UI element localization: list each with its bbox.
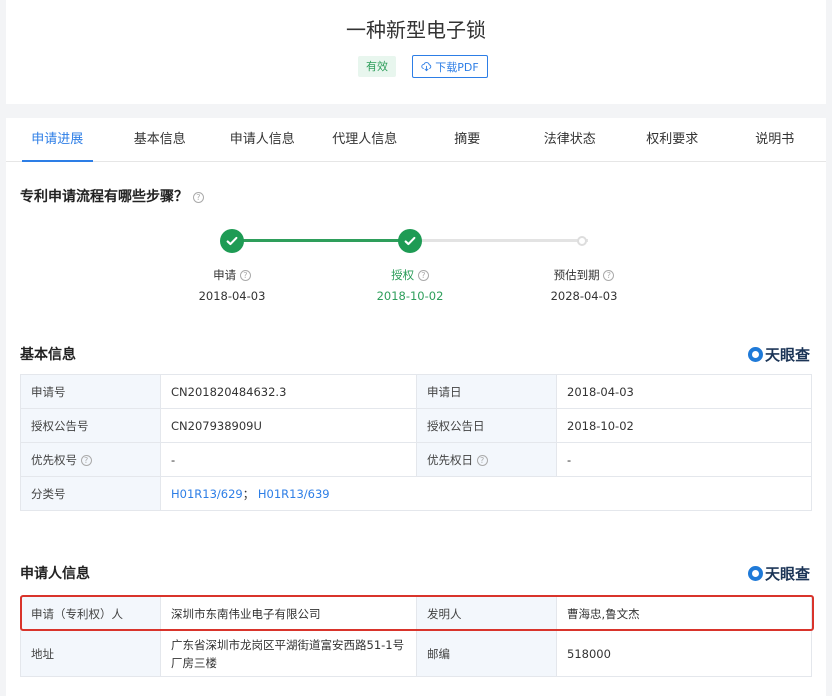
cell-label: 优先权日 ? — [416, 442, 557, 477]
cell-value: 518000 — [556, 630, 812, 677]
cell-label: 申请日 — [416, 374, 557, 409]
step-date-grant: 2018-10-02 — [376, 289, 444, 303]
step-grant-check-icon — [398, 229, 422, 253]
cell-label: 授权公告日 — [416, 408, 557, 443]
step-label-apply: 申请 ? — [172, 267, 292, 283]
status-badge: 有效 — [358, 56, 396, 77]
tab-applicant-info[interactable]: 申请人信息 — [211, 118, 314, 161]
help-icon[interactable]: ? — [239, 270, 251, 281]
page-title: 一种新型电子锁 — [346, 18, 486, 42]
step-date-expiry: 2028-04-03 — [550, 289, 618, 303]
cell-label: 邮编 — [416, 630, 557, 677]
table-row: 优先权号 ? - 优先权日 ? - — [20, 442, 812, 477]
table-row: 授权公告号 CN207938909U 授权公告日 2018-10-02 — [20, 408, 812, 443]
cell-value: 广东省深圳市龙岗区平湖街道富安西路51-1号厂房三楼 — [160, 630, 417, 677]
tab-bar: 申请进展 基本信息 申请人信息 代理人信息 摘要 法律状态 权利要求 说明书 — [6, 118, 826, 162]
cell-label: 地址 — [20, 630, 161, 677]
cell-value: CN207938909U — [160, 408, 417, 443]
progress-section-title: 专利申请流程有哪些步骤？ ? — [20, 186, 204, 206]
basic-info-table: 申请号 CN201820484632.3 申请日 2018-04-03 授权公告… — [20, 374, 812, 511]
cell-value: - — [556, 442, 812, 477]
table-row: 申请号 CN201820484632.3 申请日 2018-04-03 — [20, 374, 812, 409]
tab-legal-status[interactable]: 法律状态 — [519, 118, 622, 161]
tab-agent-info[interactable]: 代理人信息 — [314, 118, 417, 161]
cell-value: CN201820484632.3 — [160, 374, 417, 409]
table-row: 分类号 H01R13/629； H01R13/639 — [20, 476, 812, 511]
download-pdf-button[interactable]: 下载PDF — [412, 55, 488, 78]
patent-header: 一种新型电子锁 有效 下载PDF — [6, 0, 826, 104]
tab-claims[interactable]: 权利要求 — [621, 118, 724, 161]
applicant-info-table: 申请（专利权）人 深圳市东南伟业电子有限公司 发明人 曹海忠,鲁文杰 地址 广东… — [20, 596, 812, 677]
applicant-link[interactable]: 深圳市东南伟业电子有限公司 — [160, 596, 417, 631]
cell-value: 2018-10-02 — [556, 408, 812, 443]
cell-label: 授权公告号 — [20, 408, 161, 443]
step-label-grant: 授权 ? — [350, 267, 470, 283]
cell-value: 曹海忠,鲁文杰 — [556, 596, 812, 631]
tab-description[interactable]: 说明书 — [724, 118, 827, 161]
cell-label: 申请号 — [20, 374, 161, 409]
progress-line-pending — [416, 239, 588, 242]
tab-basic-info[interactable]: 基本信息 — [109, 118, 212, 161]
classification-link[interactable]: H01R13/639 — [258, 487, 330, 501]
download-pdf-label: 下载PDF — [435, 60, 479, 74]
tianyancha-logo-icon — [747, 566, 763, 581]
brand-logo[interactable]: 天眼查 — [747, 563, 810, 584]
classification-values: H01R13/629； H01R13/639 — [160, 476, 812, 511]
help-icon[interactable]: ? — [80, 454, 92, 466]
help-icon[interactable]: ? — [417, 270, 429, 281]
tianyancha-logo-icon — [747, 347, 763, 362]
cell-label: 发明人 — [416, 596, 557, 631]
help-icon[interactable]: ? — [476, 454, 488, 466]
tab-abstract[interactable]: 摘要 — [416, 118, 519, 161]
tab-progress[interactable]: 申请进展 — [6, 118, 109, 162]
help-icon[interactable]: ? — [603, 270, 615, 281]
basic-info-title: 基本信息 — [20, 347, 76, 363]
step-expiry-pending-icon — [577, 236, 587, 246]
cell-label: 申请（专利权）人 — [20, 596, 161, 631]
step-label-expiry: 预估到期 ? — [524, 267, 644, 283]
help-icon[interactable]: ? — [192, 191, 204, 203]
patent-detail-card: 申请进展 基本信息 申请人信息 代理人信息 摘要 法律状态 权利要求 说明书 专… — [6, 118, 826, 696]
cloud-download-icon — [421, 62, 432, 72]
table-row: 地址 广东省深圳市龙岗区平湖街道富安西路51-1号厂房三楼 邮编 518000 — [20, 630, 812, 677]
cell-label: 优先权号 ? — [20, 442, 161, 477]
classification-link[interactable]: H01R13/629 — [171, 487, 243, 501]
cell-value: - — [160, 442, 417, 477]
table-row: 申请（专利权）人 深圳市东南伟业电子有限公司 发明人 曹海忠,鲁文杰 — [20, 596, 812, 631]
brand-logo[interactable]: 天眼查 — [747, 344, 810, 365]
cell-label: 分类号 — [20, 476, 161, 511]
applicant-info-title: 申请人信息 — [20, 566, 90, 582]
step-date-apply: 2018-04-03 — [198, 289, 266, 303]
cell-value: 2018-04-03 — [556, 374, 812, 409]
step-apply-check-icon — [220, 229, 244, 253]
progress-line-completed — [238, 239, 416, 242]
